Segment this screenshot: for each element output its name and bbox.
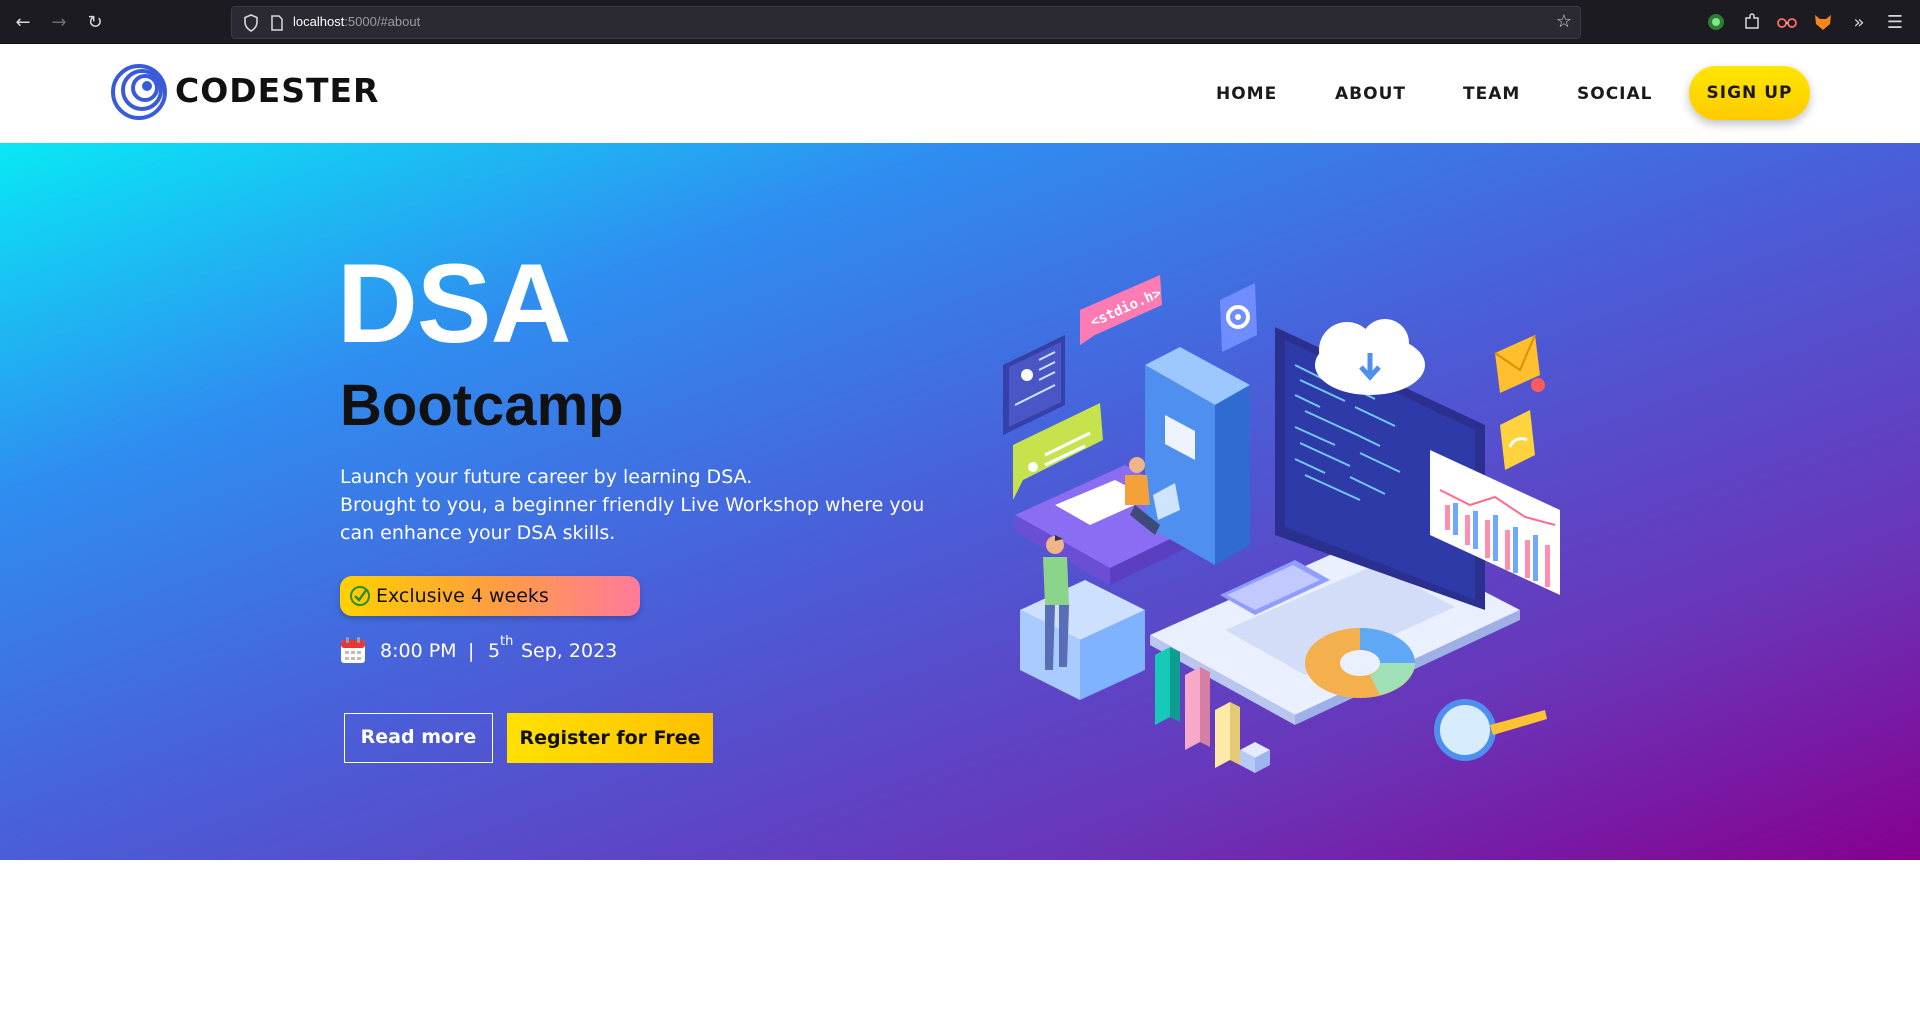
event-date-day: 5 [488, 640, 501, 662]
hero-section: DSA Bootcamp Launch your future career b… [0, 143, 1920, 860]
glasses-icon[interactable] [1775, 10, 1799, 34]
event-date-suffix: th [500, 634, 514, 649]
nav-social[interactable]: SOCIAL [1577, 84, 1653, 104]
badge-label: Exclusive 4 weeks [376, 585, 549, 607]
menu-icon[interactable]: ☰ [1882, 10, 1908, 36]
logo-icon[interactable] [111, 64, 167, 120]
nav-about[interactable]: ABOUT [1335, 84, 1406, 104]
event-time: 8:00 PM [380, 640, 457, 662]
nav-home[interactable]: HOME [1216, 84, 1277, 104]
read-more-button[interactable]: Read more [344, 713, 493, 763]
url-path: :5000/#about [344, 14, 421, 29]
mail-illustration [1494, 334, 1545, 393]
page-icon [271, 15, 283, 31]
description-line: can enhance your DSA skills. [340, 522, 616, 544]
wifi-illustration [1500, 410, 1535, 470]
separator: | [468, 640, 475, 662]
gear-illustration [1220, 283, 1257, 352]
brand-name[interactable]: CODESTER [175, 71, 379, 110]
profile-card-illustration [1003, 335, 1065, 435]
hero-title: DSA [337, 241, 571, 366]
reload-icon[interactable]: ↻ [82, 10, 108, 36]
puzzle-icon[interactable] [1740, 10, 1764, 34]
event-date-month-year: Sep, 2023 [521, 640, 618, 662]
fox-icon[interactable] [1811, 10, 1835, 34]
register-button[interactable]: Register for Free [507, 713, 713, 763]
signup-button[interactable]: SIGN UP [1689, 66, 1810, 120]
browser-toolbar: ← → ↻ localhost:5000/#about ☆ » ☰ [0, 0, 1920, 44]
description-line: Launch your future career by learning DS… [340, 466, 753, 488]
description-line: Brought to you, a beginner friendly Live… [340, 494, 925, 516]
stdio-tag-illustration: <stdio.h> [1080, 275, 1164, 345]
hero-subtitle: Bootcamp [340, 373, 624, 438]
duration-badge: Exclusive 4 weeks [340, 576, 640, 616]
checkmark-icon [350, 586, 370, 606]
hero-description: Launch your future career by learning DS… [340, 463, 940, 547]
extension-icon[interactable] [1704, 10, 1728, 34]
shield-icon[interactable] [240, 12, 262, 34]
url-host: localhost [293, 14, 345, 29]
nav-team[interactable]: TEAM [1463, 84, 1520, 104]
site-navbar: CODESTER HOME ABOUT TEAM SOCIAL SIGN UP [0, 44, 1920, 143]
magnifier-illustration [1434, 699, 1547, 761]
forward-icon[interactable]: → [46, 10, 72, 36]
coding-illustration: <stdio.h> [1003, 275, 1560, 773]
cloud-download-illustration [1315, 319, 1425, 395]
bookmark-star-icon[interactable]: ☆ [1556, 11, 1572, 32]
url-text[interactable]: localhost:5000/#about [293, 14, 420, 29]
overflow-icon[interactable]: » [1846, 10, 1872, 36]
calendar-icon [341, 637, 365, 663]
back-icon[interactable]: ← [10, 10, 36, 36]
address-bar[interactable]: localhost:5000/#about ☆ [231, 6, 1581, 39]
